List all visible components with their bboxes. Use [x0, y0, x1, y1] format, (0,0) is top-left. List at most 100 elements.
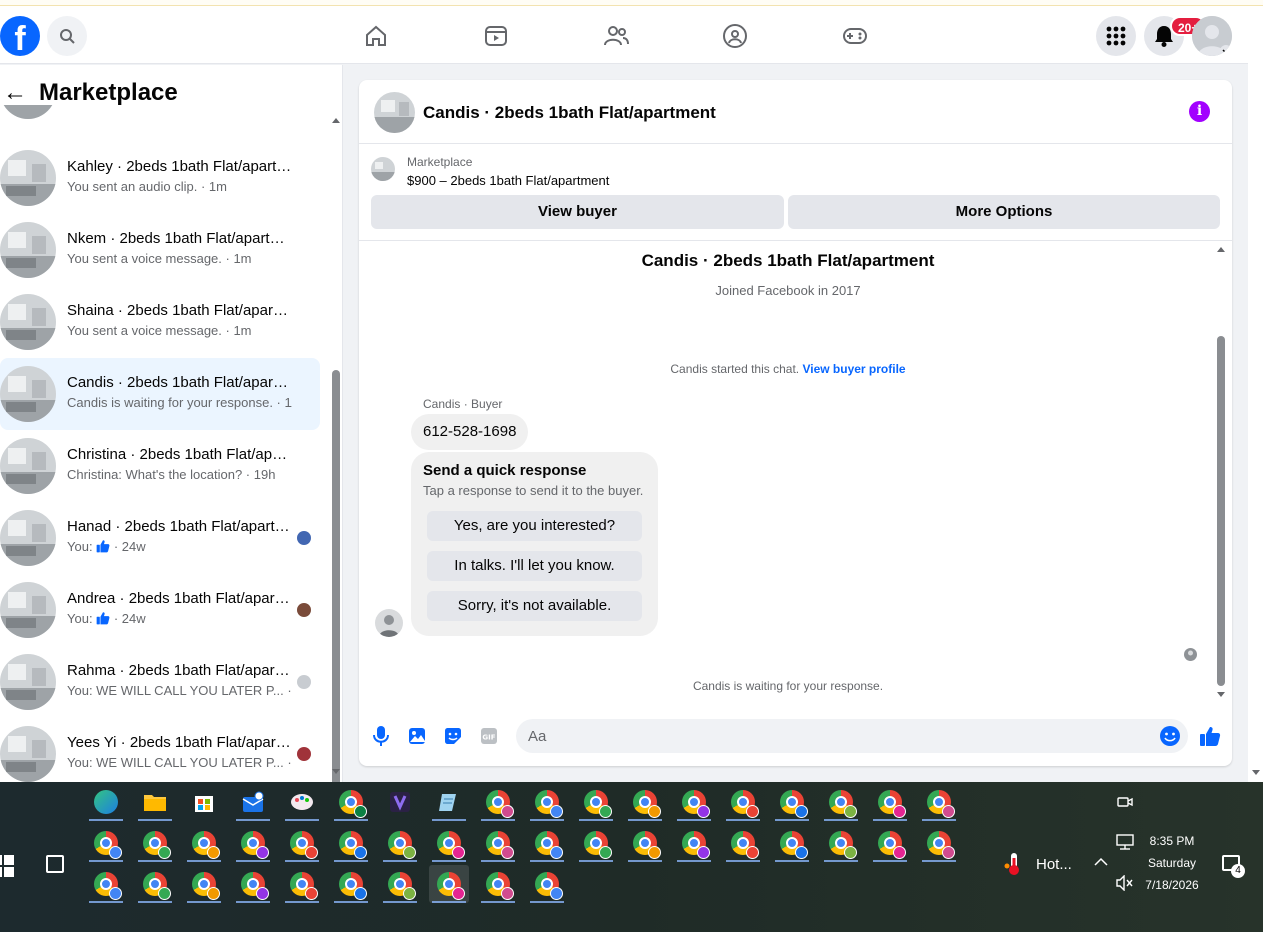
chrome-taskbar-icon[interactable] — [821, 824, 861, 862]
notepad-taskbar-icon[interactable] — [429, 783, 469, 821]
chrome-taskbar-icon[interactable] — [86, 865, 126, 903]
chrome-taskbar-icon[interactable] — [233, 824, 273, 862]
more-options-button[interactable]: More Options — [788, 195, 1220, 229]
chrome-profile-taskbar-icon[interactable] — [331, 783, 371, 821]
chrome-taskbar-icon[interactable] — [821, 783, 861, 821]
scroll-down-icon[interactable] — [1250, 768, 1262, 778]
chrome-taskbar-icon[interactable] — [478, 824, 518, 862]
chrome-taskbar-icon[interactable] — [184, 824, 224, 862]
gif-button[interactable]: GIF — [477, 724, 501, 748]
chrome-taskbar-icon[interactable] — [674, 824, 714, 862]
conversation-list-item[interactable]: Yees Yi · 2beds 1bath Flat/apartment You:… — [0, 718, 320, 782]
scroll-down-icon[interactable] — [1215, 690, 1227, 700]
conversation-list-item[interactable]: Nkem · 2beds 1bath Flat/apartment You sen… — [0, 214, 320, 286]
chrome-taskbar-icon[interactable] — [331, 865, 371, 903]
chevron-up-icon[interactable] — [1094, 857, 1108, 867]
message-input[interactable] — [516, 719, 1188, 753]
file-explorer-taskbar-icon[interactable] — [135, 783, 175, 821]
chrome-taskbar-icon[interactable] — [576, 783, 616, 821]
nav-video[interactable] — [480, 20, 512, 52]
send-like-button[interactable] — [1198, 724, 1222, 748]
chrome-taskbar-icon[interactable] — [870, 783, 910, 821]
conversation-list-item[interactable]: Andrea · 2beds 1bath Flat/apartment You: … — [0, 574, 320, 646]
chat-title[interactable]: Candis · 2beds 1bath Flat/apartment — [423, 103, 716, 123]
menu-button[interactable] — [1096, 16, 1136, 56]
chrome-taskbar-icon[interactable] — [429, 824, 469, 862]
scroll-up-icon[interactable] — [1215, 244, 1227, 254]
paint-taskbar-icon[interactable] — [282, 783, 322, 821]
conversation-list-item[interactable]: Christina · 2beds 1bath Flat/apartment Ch… — [0, 430, 320, 502]
chrome-taskbar-icon[interactable] — [282, 824, 322, 862]
listing-price-title[interactable]: $900 – 2beds 1bath Flat/apartment — [407, 173, 609, 188]
store-taskbar-icon[interactable] — [184, 783, 224, 821]
chrome-taskbar-icon[interactable] — [478, 865, 518, 903]
chrome-taskbar-icon[interactable] — [527, 824, 567, 862]
nav-friends[interactable] — [600, 20, 632, 52]
clock-time[interactable]: 8:35 PM — [1140, 834, 1204, 848]
conversation-list-scrollbar[interactable] — [330, 115, 342, 782]
task-view-icon[interactable] — [46, 855, 64, 873]
chrome-taskbar-icon[interactable] — [135, 865, 175, 903]
chrome-taskbar-icon[interactable] — [282, 865, 322, 903]
scroll-up-icon[interactable] — [330, 115, 342, 125]
emoji-button[interactable] — [1158, 724, 1182, 748]
chrome-taskbar-icon[interactable] — [184, 865, 224, 903]
conversation-list-item[interactable]: Rahma · 2beds 1bath Flat/apartment You: W… — [0, 646, 320, 718]
chrome-taskbar-icon[interactable] — [919, 824, 959, 862]
conversation-list-item[interactable]: Candis · 2beds 1bath Flat/apartment Candi… — [0, 358, 320, 430]
view-buyer-button[interactable]: View buyer — [371, 195, 784, 229]
chrome-taskbar-icon[interactable] — [723, 824, 763, 862]
chrome-taskbar-icon[interactable] — [135, 824, 175, 862]
chrome-taskbar-icon[interactable] — [576, 824, 616, 862]
chrome-taskbar-icon[interactable] — [429, 865, 469, 903]
chrome-taskbar-icon[interactable] — [86, 824, 126, 862]
chrome-taskbar-icon[interactable] — [478, 783, 518, 821]
chrome-taskbar-icon[interactable] — [870, 824, 910, 862]
chat-avatar[interactable] — [374, 92, 415, 133]
sticker-button[interactable] — [441, 724, 465, 748]
conversation-list-item[interactable]: Hanad · 2beds 1bath Flat/apartment You: ·… — [0, 502, 320, 574]
conversation-list-item[interactable]: Kahley · 2beds 1bath Flat/apartment You s… — [0, 142, 320, 214]
chrome-taskbar-icon[interactable] — [772, 783, 812, 821]
page-scrollbar[interactable] — [1248, 6, 1263, 782]
meet-now-icon[interactable] — [1105, 783, 1145, 821]
view-buyer-profile-link[interactable]: View buyer profile — [802, 362, 905, 376]
attach-photo-button[interactable] — [405, 724, 429, 748]
quick-response-option[interactable]: Sorry, it's not available. — [427, 591, 642, 621]
listing-thumbnail[interactable] — [371, 157, 395, 181]
chrome-taskbar-icon[interactable] — [527, 865, 567, 903]
scroll-down-icon[interactable] — [330, 767, 342, 777]
thread-scrollbar[interactable] — [1215, 242, 1227, 702]
nav-gaming[interactable] — [839, 20, 871, 52]
chrome-taskbar-icon[interactable] — [674, 783, 714, 821]
nav-groups[interactable] — [719, 20, 751, 52]
chrome-taskbar-icon[interactable] — [380, 865, 420, 903]
info-icon[interactable]: i — [1189, 101, 1210, 122]
chrome-taskbar-icon[interactable] — [625, 824, 665, 862]
account-avatar[interactable] — [1192, 16, 1232, 56]
quick-response-option[interactable]: In talks. I'll let you know. — [427, 551, 642, 581]
chrome-taskbar-icon[interactable] — [919, 783, 959, 821]
chrome-taskbar-icon[interactable] — [772, 824, 812, 862]
back-arrow-icon[interactable]: ← — [0, 79, 30, 107]
edge-taskbar-icon[interactable] — [86, 783, 126, 821]
chrome-taskbar-icon[interactable] — [625, 783, 665, 821]
outlook-taskbar-icon[interactable] — [233, 783, 273, 821]
conversation-list-item[interactable]: Shaina · 2beds 1bath Flat/apartment You s… — [0, 286, 320, 358]
windows-start-icon[interactable] — [0, 855, 14, 877]
chrome-taskbar-icon[interactable] — [527, 783, 567, 821]
scrollbar-thumb[interactable] — [1217, 336, 1225, 686]
search-button[interactable] — [47, 16, 87, 56]
buyer-avatar[interactable] — [375, 609, 403, 637]
facebook-logo[interactable]: f — [0, 16, 40, 56]
clock-day[interactable]: Saturday — [1140, 856, 1204, 870]
clock-date[interactable]: 7/18/2026 — [1140, 878, 1204, 892]
chrome-taskbar-icon[interactable] — [233, 865, 273, 903]
chrome-taskbar-icon[interactable] — [380, 824, 420, 862]
scrollbar-thumb[interactable] — [332, 370, 340, 782]
speaker-muted-icon[interactable] — [1116, 875, 1134, 891]
app-taskbar-icon[interactable] — [380, 783, 420, 821]
quick-response-option[interactable]: Yes, are you interested? — [427, 511, 642, 541]
network-icon[interactable] — [1116, 834, 1134, 850]
chrome-taskbar-icon[interactable] — [331, 824, 371, 862]
